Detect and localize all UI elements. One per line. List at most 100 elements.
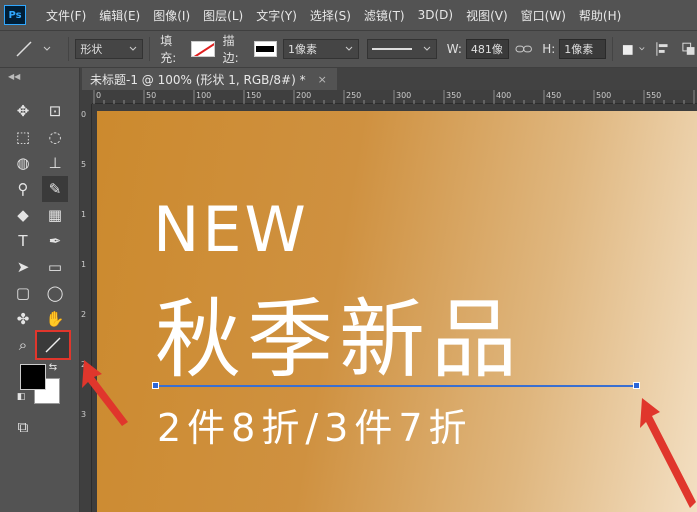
menu-file[interactable]: 文件(F) [46, 7, 86, 24]
ruler-label: 100 [196, 91, 212, 100]
quick-select-tool-icon[interactable]: ◍ [10, 150, 36, 176]
menu-bar: Ps 文件(F) 编辑(E) 图像(I) 图层(L) 文字(Y) 选择(S) 滤… [0, 0, 697, 30]
height-label: H: [542, 42, 556, 56]
tool-mode-value: 形状 [80, 43, 103, 56]
artboard-tool-icon[interactable]: ⊡ [42, 98, 68, 124]
tool-preset-picker[interactable] [14, 39, 62, 59]
zoom-tool-icon[interactable]: ⌕ [10, 332, 36, 358]
menu-layer[interactable]: 图层(L) [203, 7, 243, 24]
ruler-origin[interactable] [80, 90, 92, 104]
document-canvas[interactable]: NEW 秋季新品 2件8折/3件7折 [97, 111, 697, 512]
tools-panel: ◀◀ ✥ ⊡ ⬚ ◌ ◍ ⊥ ⚲ ✎ ◆ ▦ T ✒ ➤ ▭ ▢ ◯ ✤ ✋ ⌕… [0, 68, 80, 512]
canvas-viewport[interactable]: NEW 秋季新品 2件8折/3件7折 [92, 104, 697, 512]
quick-mask-icon[interactable]: ⧉ [10, 414, 36, 440]
ruler-label: 450 [546, 91, 562, 100]
stroke-line-icon [371, 48, 412, 50]
ruler-label: 0 [81, 110, 87, 119]
line-tool-icon[interactable] [35, 330, 71, 360]
marquee-tool-icon[interactable]: ⬚ [10, 124, 36, 150]
headline-autumn-new-products: 秋季新品 [155, 290, 523, 390]
rectangle-tool-icon[interactable]: ▭ [42, 254, 68, 280]
ruler-label: 250 [346, 91, 362, 100]
ruler-label: 350 [446, 91, 462, 100]
ruler-label: 200 [296, 91, 312, 100]
menu-window[interactable]: 窗口(W) [521, 7, 566, 24]
photoshop-logo: Ps [4, 5, 26, 25]
divider [68, 37, 70, 61]
ruler-label: 0 [96, 91, 102, 100]
chevron-down-icon [129, 46, 137, 51]
lasso-tool-icon[interactable]: ◌ [42, 124, 68, 150]
pen-tool-icon[interactable]: ✒ [42, 228, 68, 254]
chevron-down-icon [43, 46, 51, 51]
move-tool-icon[interactable]: ✥ [10, 98, 36, 124]
shape-line[interactable] [155, 385, 639, 387]
menu-select[interactable]: 选择(S) [310, 7, 351, 24]
ruler-label: 150 [246, 91, 262, 100]
brush-tool-icon[interactable]: ✎ [42, 176, 68, 202]
menu-help[interactable]: 帮助(H) [579, 7, 621, 24]
headline-new: NEW [153, 193, 309, 266]
ruler-label: 1 [81, 210, 87, 219]
stroke-swatch[interactable] [253, 41, 278, 57]
path-arrangement-icon[interactable] [680, 40, 697, 58]
height-input[interactable]: 1像素 [559, 39, 607, 59]
foreground-color-swatch[interactable] [20, 364, 46, 390]
line-anchor-start[interactable] [152, 382, 159, 389]
fill-label: 填充: [160, 34, 177, 65]
horizontal-ruler[interactable]: 0 50 100 150 200 250 300 350 400 450 500… [92, 90, 697, 104]
document-tab[interactable]: 未标题-1 @ 100% (形状 1, RGB/8#) * × [82, 68, 337, 90]
chevron-down-icon [639, 47, 645, 51]
ruler-label: 2 [81, 310, 87, 319]
line-anchor-end[interactable] [633, 382, 640, 389]
ruler-label: 300 [396, 91, 412, 100]
ruler-label: 2 [81, 360, 87, 369]
chevron-down-icon [345, 46, 353, 51]
stroke-width-value: 1像素 [288, 43, 318, 56]
path-select-tool-icon[interactable]: ➤ [10, 254, 36, 280]
default-colors-icon[interactable]: ◧ [14, 390, 28, 404]
menu-image[interactable]: 图像(I) [153, 7, 190, 24]
eyedropper-tool-icon[interactable]: ⚲ [10, 176, 36, 202]
ruler-label: 1 [81, 260, 87, 269]
menu-3d[interactable]: 3D(D) [418, 8, 453, 22]
path-operations-icon[interactable] [621, 41, 636, 57]
divider [612, 37, 613, 61]
swap-colors-icon[interactable]: ⇆ [46, 360, 60, 374]
chevron-down-icon [423, 46, 431, 51]
width-label: W: [446, 42, 462, 56]
ruler-label: 50 [146, 91, 157, 100]
width-input[interactable]: 481像 [465, 39, 509, 59]
hand-tool-icon[interactable]: ✋ [42, 306, 68, 332]
stroke-width-select[interactable]: 1像素 [283, 39, 359, 59]
menu-type[interactable]: 文字(Y) [256, 7, 297, 24]
vertical-ruler[interactable]: 0 5 1 1 2 2 3 [80, 104, 92, 512]
line-tool-icon [16, 41, 32, 57]
eraser-tool-icon[interactable]: ◆ [10, 202, 36, 228]
ruler-label: 400 [496, 91, 512, 100]
divider [149, 37, 151, 61]
link-icon[interactable] [515, 43, 532, 55]
ruler-label: 550 [646, 91, 662, 100]
rounded-rect-tool-icon[interactable]: ▢ [10, 280, 36, 306]
document-tab-title: 未标题-1 @ 100% (形状 1, RGB/8#) * [90, 72, 306, 87]
menu-filter[interactable]: 滤镜(T) [364, 7, 405, 24]
fill-swatch[interactable] [191, 41, 215, 57]
ruler-label: 3 [81, 410, 87, 419]
menu-edit[interactable]: 编辑(E) [99, 7, 140, 24]
custom-shape-tool-icon[interactable]: ✤ [10, 306, 36, 332]
tool-mode-select[interactable]: 形状 [75, 39, 144, 59]
document-tab-bar: 未标题-1 @ 100% (形状 1, RGB/8#) * × [80, 68, 697, 90]
collapse-panel-icon[interactable]: ◀◀ [8, 72, 20, 81]
stroke-label: 描边: [222, 34, 239, 65]
close-icon[interactable]: × [318, 73, 327, 86]
crop-tool-icon[interactable]: ⊥ [42, 150, 68, 176]
gradient-tool-icon[interactable]: ▦ [42, 202, 68, 228]
type-tool-icon[interactable]: T [10, 228, 36, 254]
discount-text: 2件8折/3件7折 [157, 406, 473, 450]
path-alignment-icon[interactable] [654, 40, 671, 58]
stroke-type-select[interactable] [366, 39, 437, 59]
ellipse-tool-icon[interactable]: ◯ [42, 280, 68, 306]
ruler-label: 500 [596, 91, 612, 100]
menu-view[interactable]: 视图(V) [466, 7, 508, 24]
